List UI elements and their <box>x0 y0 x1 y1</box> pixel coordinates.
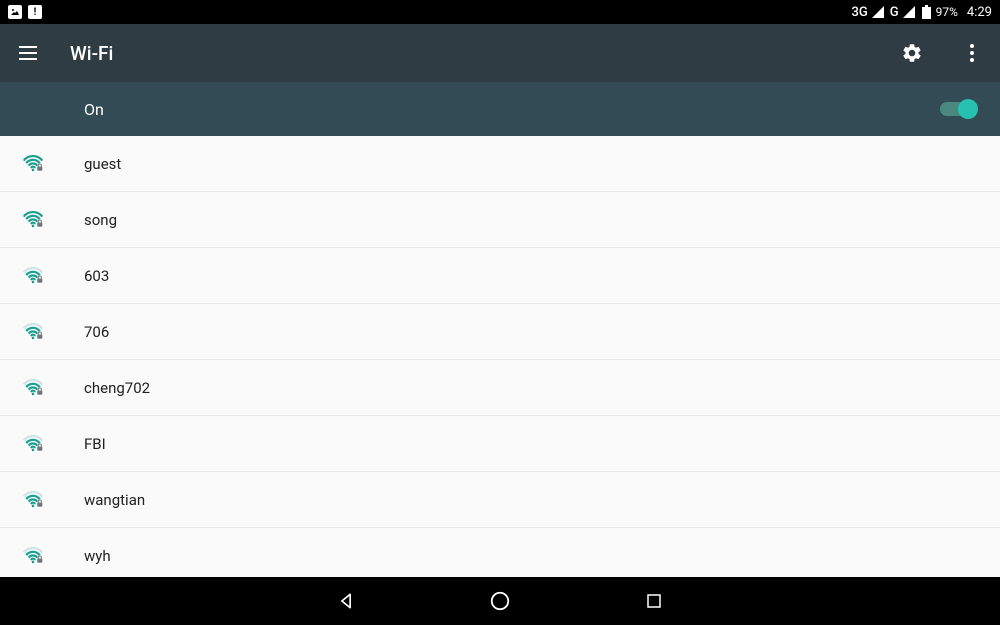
network-item[interactable]: song <box>0 192 1000 248</box>
wifi-signal-icon <box>16 435 68 453</box>
network-ssid: song <box>68 211 117 229</box>
overflow-menu-icon[interactable] <box>960 41 984 65</box>
network-ssid: cheng702 <box>68 379 150 397</box>
nav-recent-icon[interactable] <box>642 589 666 613</box>
settings-gear-icon[interactable] <box>900 41 924 65</box>
network-ssid: guest <box>68 155 121 173</box>
battery-pct: 97% <box>936 5 958 19</box>
network-list: guest song 603 706 cheng702 FBI wangtian… <box>0 136 1000 577</box>
network-item[interactable]: 706 <box>0 304 1000 360</box>
network-item[interactable]: cheng702 <box>0 360 1000 416</box>
network-ssid: 603 <box>68 267 109 285</box>
network-g-label: G <box>890 5 899 20</box>
nav-back-icon[interactable] <box>334 589 358 613</box>
wifi-signal-icon <box>16 323 68 341</box>
network-ssid: 706 <box>68 323 109 341</box>
network-item[interactable]: 603 <box>0 248 1000 304</box>
alert-icon: ! <box>28 5 42 19</box>
network-ssid: FBI <box>68 435 106 453</box>
network-item[interactable]: guest <box>0 136 1000 192</box>
images-icon <box>8 5 22 19</box>
network-item[interactable]: wyh <box>0 528 1000 577</box>
status-bar: ! 3G G 97% 4:29 <box>0 0 1000 24</box>
network-item[interactable]: wangtian <box>0 472 1000 528</box>
network-ssid: wangtian <box>68 491 145 509</box>
wifi-toggle[interactable] <box>940 99 976 119</box>
wifi-signal-icon <box>16 267 68 285</box>
status-left: ! <box>8 5 42 19</box>
clock: 4:29 <box>967 5 992 20</box>
hamburger-menu-icon[interactable] <box>16 41 40 65</box>
signal-icon-2 <box>902 5 916 19</box>
nav-home-icon[interactable] <box>488 589 512 613</box>
page-title: Wi-Fi <box>70 42 872 65</box>
network-3g-label: 3G <box>852 5 868 20</box>
signal-icon <box>871 5 885 19</box>
battery-icon <box>922 5 931 19</box>
wifi-signal-icon <box>16 379 68 397</box>
network-item[interactable]: FBI <box>0 416 1000 472</box>
wifi-signal-icon <box>16 547 68 565</box>
wifi-signal-icon <box>16 155 68 173</box>
nav-bar <box>0 577 1000 625</box>
wifi-toggle-label: On <box>84 100 940 119</box>
network-ssid: wyh <box>68 547 111 565</box>
app-bar: Wi-Fi <box>0 24 1000 82</box>
status-right: 3G G 97% 4:29 <box>852 5 992 20</box>
wifi-toggle-row: On <box>0 82 1000 136</box>
wifi-signal-icon <box>16 491 68 509</box>
wifi-signal-icon <box>16 211 68 229</box>
